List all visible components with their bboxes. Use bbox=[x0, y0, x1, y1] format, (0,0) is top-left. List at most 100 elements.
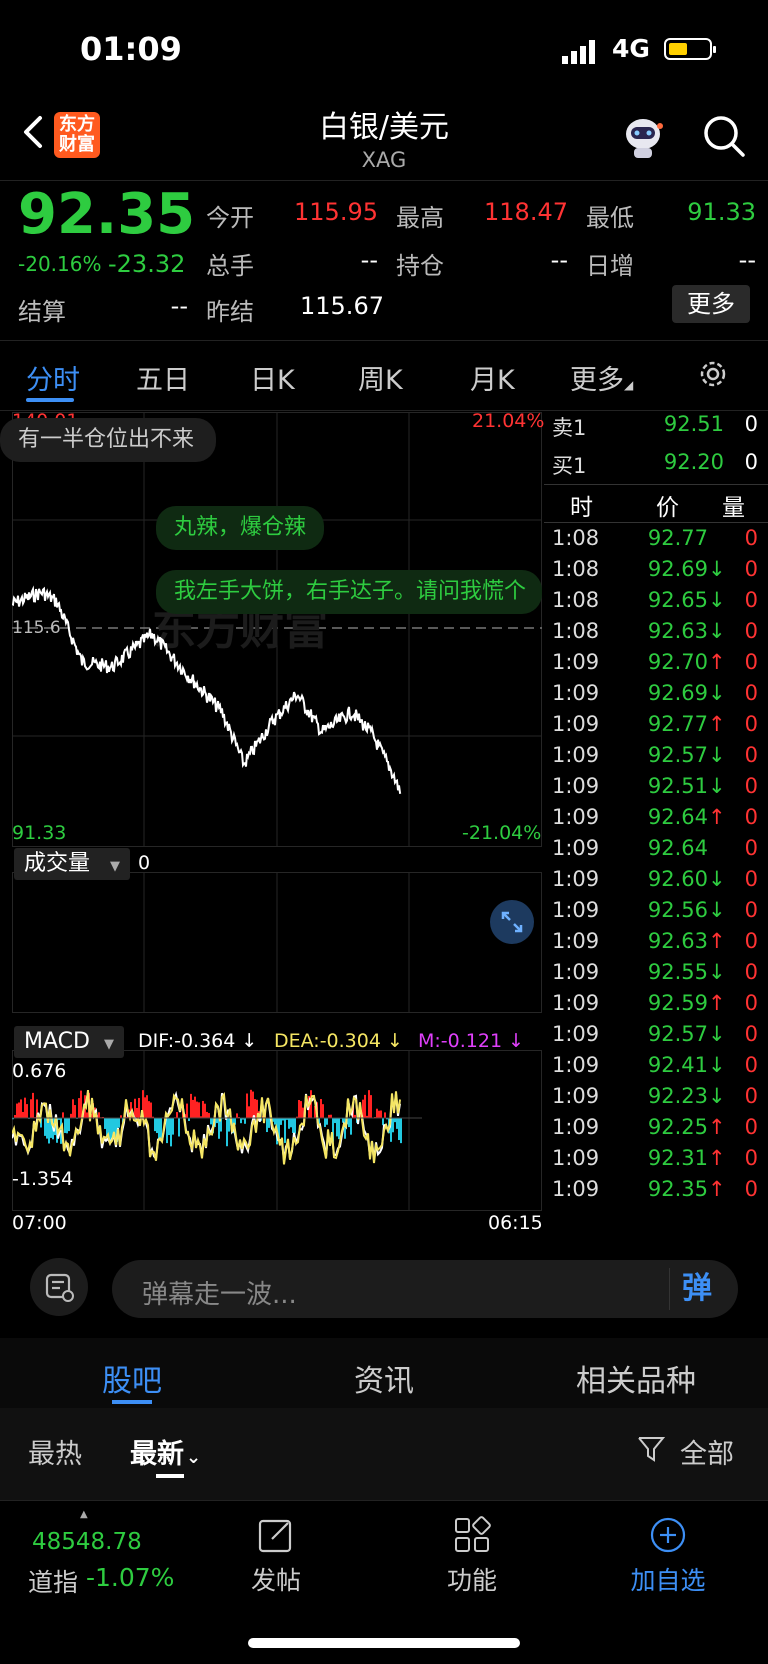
trade-price: 92.65↓ bbox=[606, 588, 724, 612]
trade-time: 1:09 bbox=[552, 1146, 599, 1170]
tab-more-label: 更多 bbox=[570, 365, 624, 396]
volume-indicator-select[interactable]: 成交量▼ bbox=[14, 848, 130, 880]
macd-bar bbox=[160, 1118, 162, 1139]
bid-label: 买1 bbox=[552, 450, 586, 480]
macd-bar bbox=[202, 1101, 204, 1118]
trade-row: 1:0892.65↓0 bbox=[544, 588, 768, 621]
arrow-down-icon: ↓ bbox=[708, 960, 724, 984]
time-end-label: 06:15 bbox=[488, 1212, 543, 1234]
macd-indicator-label: MACD bbox=[24, 1029, 90, 1054]
tab-month-k[interactable]: 月K bbox=[470, 358, 515, 397]
macd-bar bbox=[244, 1118, 246, 1124]
danmu-button-label: 弹 bbox=[682, 1271, 712, 1306]
trade-price: 92.70↑ bbox=[606, 650, 724, 674]
trade-price-value: 92.69 bbox=[648, 681, 708, 705]
danmu-bubble: 有一半仓位出不来 bbox=[0, 418, 216, 462]
macd-bar bbox=[226, 1118, 228, 1146]
trade-price: 92.69↓ bbox=[606, 681, 724, 705]
add-watchlist-button[interactable]: 加自选 bbox=[608, 1515, 728, 1597]
trade-time: 1:09 bbox=[552, 960, 599, 984]
danmu-settings-button[interactable] bbox=[30, 1258, 88, 1316]
macd-bar bbox=[326, 1118, 328, 1125]
sort-new[interactable]: 最新⌄ bbox=[130, 1432, 201, 1471]
trade-qty: 0 bbox=[745, 743, 758, 767]
macd-bar bbox=[68, 1118, 70, 1131]
trade-qty: 0 bbox=[745, 1177, 758, 1201]
dropdown-arrow-icon: ▼ bbox=[104, 1037, 114, 1052]
divider bbox=[0, 340, 768, 341]
danmu-toggle-button[interactable]: 弹 bbox=[669, 1268, 724, 1310]
macd-bar bbox=[364, 1095, 366, 1118]
macd-bar bbox=[274, 1118, 276, 1125]
arrow-up-icon: ↑ bbox=[708, 712, 724, 736]
tab-news[interactable]: 资讯 bbox=[354, 1356, 414, 1400]
filter-icon[interactable] bbox=[636, 1434, 666, 1464]
volume-indicator-label: 成交量 bbox=[24, 851, 90, 876]
arrow-down-icon: ↓ bbox=[708, 774, 724, 798]
macd-bar bbox=[240, 1118, 242, 1123]
prev-settle-value: 115.67 bbox=[300, 292, 378, 320]
volume-label: 总手 bbox=[206, 246, 254, 281]
low-value: 91.33 bbox=[660, 198, 756, 226]
macd-bar bbox=[208, 1113, 210, 1118]
macd-bar bbox=[196, 1102, 198, 1118]
trade-time: 1:09 bbox=[552, 929, 599, 953]
ticker-value: 48548.78 bbox=[32, 1529, 142, 1555]
macd-bar bbox=[192, 1100, 194, 1118]
trade-qty: 0 bbox=[745, 650, 758, 674]
macd-bar bbox=[30, 1099, 32, 1118]
assistant-robot-icon[interactable] bbox=[618, 112, 668, 162]
header-time: 时 bbox=[570, 488, 593, 522]
low-label: 最低 bbox=[586, 198, 634, 233]
macd-bar bbox=[204, 1104, 206, 1118]
trade-qty: 0 bbox=[745, 526, 758, 550]
macd-bar bbox=[156, 1118, 158, 1133]
macd-bar bbox=[300, 1101, 302, 1118]
trade-price-value: 92.64 bbox=[648, 836, 708, 860]
trade-price: 92.60↓ bbox=[606, 867, 724, 891]
trade-price: 92.63↓ bbox=[606, 619, 724, 643]
sort-tabs: 最热 最新⌄ 全部 bbox=[0, 1408, 768, 1500]
intraday-chart[interactable]: 东方财富 140.01 21.04% 115.6 91.33 -21.04% 有… bbox=[12, 412, 542, 1238]
macd-bar bbox=[284, 1118, 286, 1143]
macd-m-value: M:-0.121 ↓ bbox=[418, 1030, 524, 1052]
macd-bar bbox=[168, 1118, 170, 1135]
macd-bar bbox=[72, 1099, 74, 1118]
trade-row: 1:0992.69↓0 bbox=[544, 681, 768, 714]
macd-bar bbox=[98, 1112, 100, 1118]
macd-bar bbox=[18, 1103, 20, 1118]
more-quote-button[interactable]: 更多 bbox=[672, 285, 750, 323]
settings-gear-icon[interactable] bbox=[695, 356, 731, 392]
tab-day-k[interactable]: 日K bbox=[250, 358, 295, 397]
danmu-input[interactable]: 弹幕走一波... 弹 bbox=[112, 1260, 738, 1318]
macd-bar bbox=[392, 1118, 394, 1132]
search-icon[interactable] bbox=[700, 112, 748, 160]
function-button[interactable]: 功能 bbox=[412, 1515, 532, 1597]
expand-arrows-icon bbox=[490, 900, 534, 944]
post-button[interactable]: 发帖 bbox=[216, 1515, 336, 1597]
macd-bar bbox=[370, 1095, 372, 1118]
expand-icon[interactable] bbox=[490, 900, 534, 944]
sort-hot[interactable]: 最热 bbox=[28, 1432, 82, 1471]
trade-price: 92.35↑ bbox=[606, 1177, 724, 1201]
tab-five-day[interactable]: 五日 bbox=[136, 358, 190, 397]
home-indicator bbox=[248, 1638, 520, 1648]
macd-bar bbox=[44, 1118, 46, 1136]
tab-more[interactable]: 更多◢ bbox=[570, 358, 633, 397]
macd-bar bbox=[74, 1105, 76, 1118]
macd-bar bbox=[190, 1094, 192, 1118]
tab-intraday[interactable]: 分时 bbox=[26, 358, 80, 397]
trade-time: 1:09 bbox=[552, 712, 599, 736]
macd-indicator-select[interactable]: MACD ▼ bbox=[14, 1026, 124, 1058]
tab-related[interactable]: 相关品种 bbox=[576, 1356, 696, 1400]
macd-bar bbox=[292, 1118, 294, 1133]
macd-bar bbox=[298, 1100, 300, 1118]
trade-price: 92.25↑ bbox=[606, 1115, 724, 1139]
tab-week-k[interactable]: 周K bbox=[358, 358, 403, 397]
macd-bar bbox=[154, 1118, 156, 1131]
trade-qty: 0 bbox=[745, 805, 758, 829]
tab-forum[interactable]: 股吧 bbox=[102, 1356, 162, 1400]
network-type: 4G bbox=[612, 34, 650, 63]
filter-all[interactable]: 全部 bbox=[680, 1432, 734, 1471]
trade-time: 1:09 bbox=[552, 774, 599, 798]
